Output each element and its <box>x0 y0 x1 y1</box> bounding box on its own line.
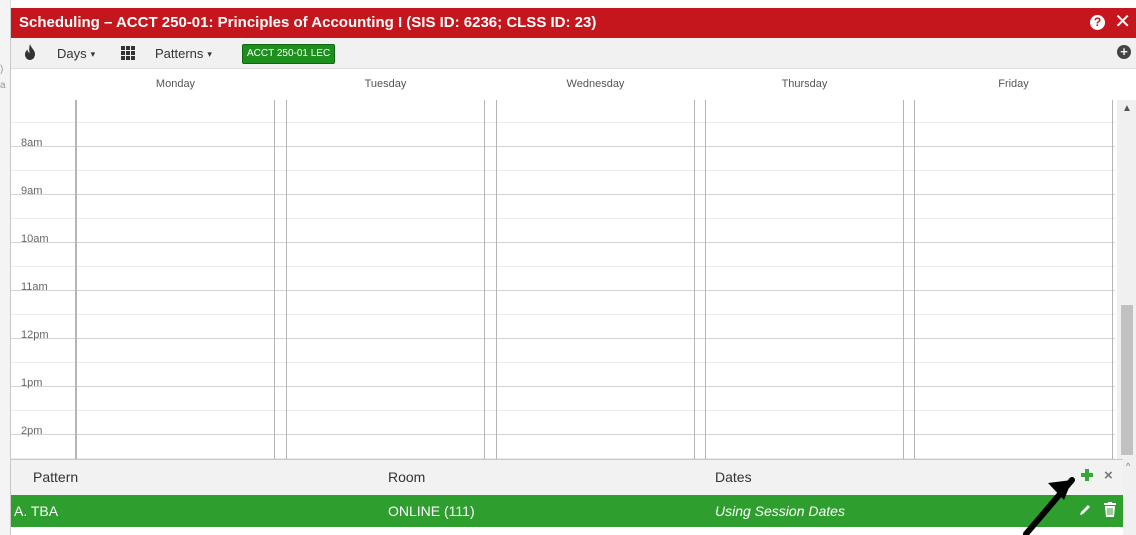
help-icon[interactable]: ? <box>1090 15 1105 30</box>
chevron-down-icon: ▾ <box>207 49 212 60</box>
background-text: a <box>0 80 6 91</box>
time-label: 10am <box>21 233 49 245</box>
dates-cell: Using Session Dates <box>715 503 845 519</box>
patterns-dropdown[interactable]: Patterns ▾ <box>155 46 212 61</box>
day-header-row: Monday Tuesday Wednesday Thursday Friday <box>11 69 1136 101</box>
section-badge[interactable]: ACCT 250-01 LEC <box>242 44 336 64</box>
calendar-grid[interactable]: 8am 9am 10am 11am 12pm 1pm 2pm <box>11 100 1117 459</box>
toolbar: Days ▾ Patterns ▾ ACCT 250-01 LEC + <box>11 38 1136 69</box>
room-cell: ONLINE (111) <box>388 503 475 519</box>
pattern-table-scrollbar[interactable]: ^ <box>1123 459 1136 535</box>
close-icon[interactable]: ✕ <box>1114 10 1131 34</box>
time-label: 2pm <box>21 425 43 437</box>
day-header-wednesday: Wednesday <box>566 78 625 90</box>
time-label: 12pm <box>21 329 49 341</box>
dialog-title: Scheduling – ACCT 250-01: Principles of … <box>19 14 597 31</box>
day-column-thursday[interactable] <box>705 100 904 459</box>
remove-icon[interactable]: × <box>1104 467 1113 484</box>
days-label: Days <box>57 46 87 61</box>
days-dropdown[interactable]: Days ▾ <box>57 46 95 61</box>
scroll-up-icon[interactable]: ▲ <box>1122 103 1132 114</box>
plus-icon[interactable] <box>1081 469 1093 481</box>
pattern-column-header: Pattern <box>33 469 79 485</box>
time-label: 9am <box>21 185 43 197</box>
pattern-table-header: Pattern Room Dates × <box>11 459 1123 496</box>
chevron-down-icon: ▾ <box>90 49 96 60</box>
pencil-icon[interactable] <box>1078 503 1092 517</box>
day-column-friday[interactable] <box>914 100 1113 459</box>
scroll-up-icon[interactable]: ^ <box>1126 461 1130 471</box>
day-header-friday: Friday <box>998 78 1029 90</box>
scrollbar-thumb[interactable] <box>1121 305 1133 455</box>
day-column-monday[interactable] <box>76 100 275 459</box>
dates-column-header: Dates <box>715 469 752 485</box>
room-column-header: Room <box>388 469 426 485</box>
pattern-cell: A. TBA <box>14 503 59 519</box>
calendar-scrollbar[interactable]: ▲ <box>1117 100 1136 459</box>
grid-icon[interactable] <box>121 46 135 60</box>
pattern-table: Pattern Room Dates × A. TBA ONLINE (111)… <box>11 459 1136 535</box>
time-label: 1pm <box>21 377 43 389</box>
day-column-wednesday[interactable] <box>496 100 695 459</box>
arrow-annotation <box>1023 477 1075 535</box>
plus-circle-icon[interactable]: + <box>1117 45 1131 59</box>
day-header-monday: Monday <box>155 78 196 90</box>
trash-icon[interactable] <box>1104 502 1116 517</box>
flame-icon[interactable] <box>23 44 37 60</box>
time-label: 11am <box>21 281 48 293</box>
day-header-thursday: Thursday <box>781 78 828 90</box>
scheduling-dialog: Scheduling – ACCT 250-01: Principles of … <box>10 8 1136 535</box>
table-row[interactable]: A. TBA ONLINE (111) Using Session Dates <box>11 495 1123 527</box>
day-header-tuesday: Tuesday <box>364 78 407 90</box>
dialog-title-bar: Scheduling – ACCT 250-01: Principles of … <box>11 8 1136 38</box>
background-text: ) <box>0 64 4 75</box>
day-column-tuesday[interactable] <box>286 100 485 459</box>
time-label: 8am <box>21 137 43 149</box>
patterns-label: Patterns <box>155 46 204 61</box>
